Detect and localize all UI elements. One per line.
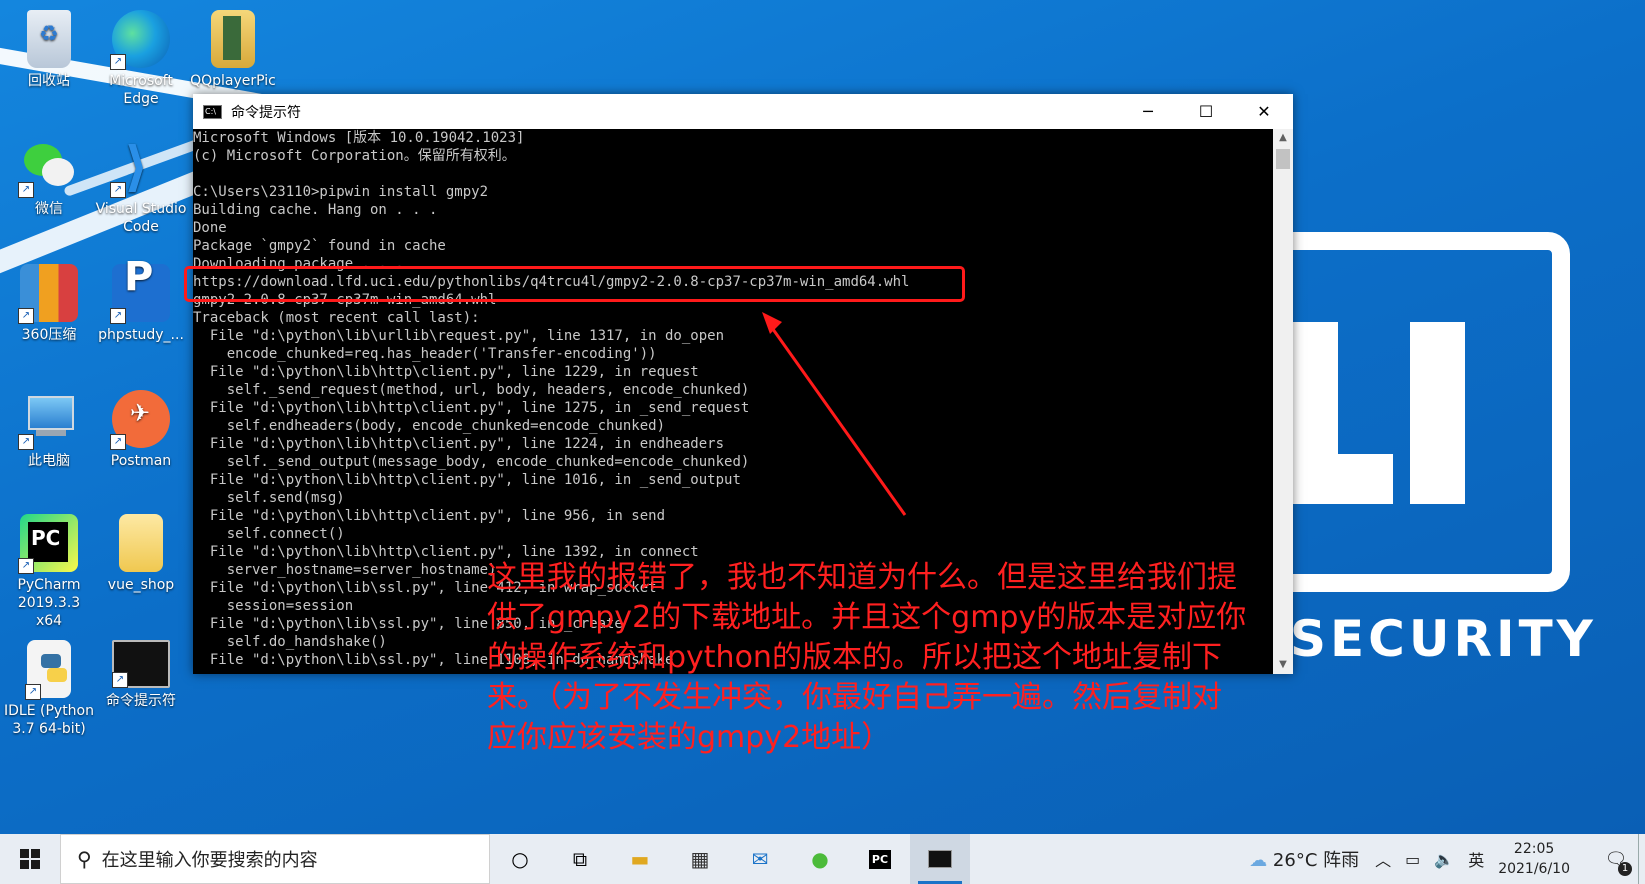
ime-indicator[interactable]: 英 (1468, 847, 1484, 871)
show-desktop-button[interactable] (1638, 834, 1645, 884)
task-view-icon: ⧉ (572, 847, 588, 871)
taskbar-app-green[interactable]: ● (790, 834, 850, 884)
notification-center-button[interactable]: 🗨 1 (1594, 834, 1638, 884)
store-icon: ▦ (690, 847, 710, 871)
weather-icon: ☁ (1249, 850, 1273, 871)
cortana-button[interactable]: ○ (490, 834, 550, 884)
windows-logo-icon (20, 849, 40, 869)
taskbar: ⚲ 在这里输入你要搜索的内容 ○ ⧉ ▬ ▦ ✉ ● PC ☁ 26°C 阵雨 … (0, 834, 1645, 884)
taskbar-clock[interactable]: 22:05 2021/6/10 (1498, 839, 1570, 879)
taskbar-search-box[interactable]: ⚲ 在这里输入你要搜索的内容 (60, 834, 490, 884)
weather-widget[interactable]: ☁ 26°C 阵雨 (1249, 846, 1359, 872)
system-tray: ☁ 26°C 阵雨 ︿ ▭ 🔈 英 22:05 2021/6/10 🗨 1 (1249, 834, 1645, 884)
notification-count: 1 (1618, 862, 1632, 876)
annotation-note: 这里我的报错了，我也不知道为什么。但是这里给我们提供了gmpy2的下载地址。并且… (487, 560, 1247, 755)
app-icon: ● (811, 847, 829, 871)
search-icon: ⚲ (77, 847, 92, 871)
search-placeholder: 在这里输入你要搜索的内容 (101, 850, 318, 871)
taskbar-store[interactable]: ▦ (670, 834, 730, 884)
clock-time: 22:05 (1513, 841, 1555, 857)
taskbar-pycharm[interactable]: PC (850, 834, 910, 884)
task-view-button[interactable]: ⧉ (550, 834, 610, 884)
tray-overflow-icon[interactable]: ︿ (1375, 847, 1391, 871)
terminal-icon (928, 850, 952, 868)
mail-icon: ✉ (751, 847, 769, 871)
volume-icon[interactable]: 🔈 (1434, 850, 1454, 869)
folder-icon: ▬ (630, 847, 650, 871)
network-icon[interactable]: ▭ (1405, 850, 1420, 869)
pycharm-icon: PC (868, 849, 892, 869)
taskbar-mail[interactable]: ✉ (730, 834, 790, 884)
start-button[interactable] (0, 834, 60, 884)
cortana-icon: ○ (511, 847, 529, 871)
taskbar-file-explorer[interactable]: ▬ (610, 834, 670, 884)
clock-date: 2021/6/10 (1498, 861, 1570, 877)
taskbar-command-prompt[interactable] (910, 834, 970, 884)
